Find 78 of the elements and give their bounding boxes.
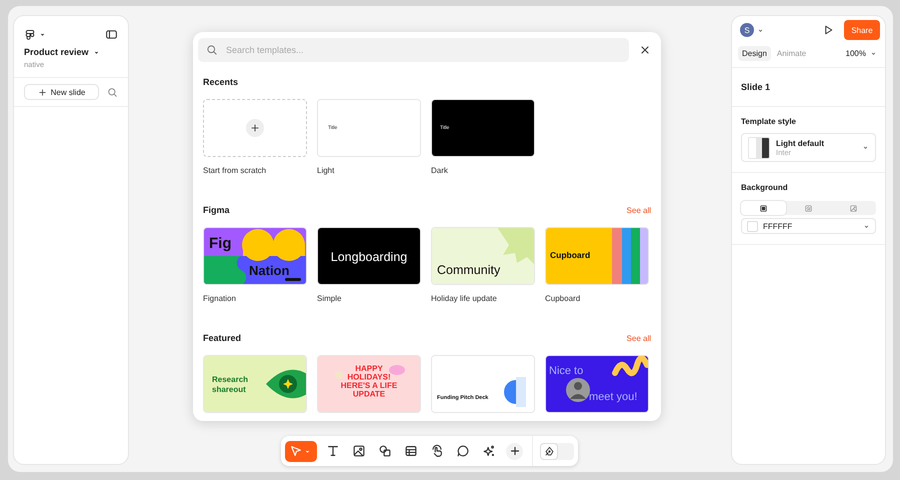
style-name: Light default [776,138,824,148]
thumbnail-text: Fig [209,235,232,252]
fill-type-tab[interactable] [741,201,786,215]
thumbnail-text: Nation [249,263,290,278]
caret-icon [39,31,46,38]
search-field[interactable]: Search templates... [198,38,629,62]
search-icon[interactable] [107,86,118,98]
section-heading: Figma [203,205,230,215]
panel-tab[interactable]: Design [738,46,771,61]
thumbnail-text: HERE'S A LIFE [340,381,398,390]
template-name: Dark [431,166,449,176]
template-thumbnail[interactable]: Research shareout [203,355,307,413]
slide-artwork-drawing [335,365,405,379]
zoom-level[interactable]: 100% [846,49,866,58]
template-name: Cupboard [545,294,582,304]
file-name[interactable]: Product review [24,47,89,57]
template-thumbnail[interactable]: Fig Nation [203,227,307,285]
section-heading: Background [741,183,789,192]
add-button[interactable] [506,442,523,460]
section-heading: Recents [203,77,238,87]
move-tool-button[interactable] [285,440,317,462]
template-name: Light [317,166,336,176]
caret-icon [92,48,100,56]
thumbnail-text: shareout [212,385,246,394]
search-icon [206,44,218,56]
image-icon [352,444,366,458]
caret-icon [870,50,877,57]
caret-icon [863,222,870,230]
shapes-icon [378,444,392,458]
slide-artwork-drawing [497,228,534,265]
ai-icon [482,444,496,458]
thumbnail-text: HAPPY [355,364,383,373]
slide-artwork-drawing [504,377,526,407]
comment-icon [456,444,470,458]
plus-icon [250,123,260,133]
pen-icon [544,446,554,456]
new-slide-button[interactable]: New slide [24,84,99,100]
table-icon [404,444,418,458]
template-name: Simple [317,294,342,304]
section-heading: Template style [741,117,797,126]
thumbnail-text: Cupboard [550,250,590,260]
thumbnail-text: UPDATE [352,390,386,398]
draw-mode-toggle[interactable] [540,442,574,460]
interaction-icon [430,444,444,458]
style-swatch-icon [748,136,770,158]
close-icon[interactable] [639,44,651,56]
thumbnail-text: HOLIDAYS! [347,372,391,382]
sidebar-toggle-icon[interactable] [105,28,118,41]
caret-icon [757,26,764,34]
thumbnail-text: Nice to [549,365,584,377]
caret-icon [304,448,311,454]
section-heading: Featured [203,333,242,343]
template-name: Holiday life update [431,294,498,304]
user-avatar[interactable]: S [740,23,754,37]
template-thumbnail[interactable]: Cupboard [545,227,649,285]
slide-title: Slide 1 [741,81,772,94]
see-all-link[interactable]: See all [626,206,651,214]
thumbnail-text: Research [212,375,248,384]
logo-icon [24,28,36,40]
template-thumbnail[interactable]: Community [431,227,535,285]
template-name: Start from scratch [203,166,268,176]
template-name: Fignation [203,294,237,304]
template-thumbnail[interactable]: Longboarding [317,227,421,285]
plus-icon [38,88,47,96]
text-icon [326,444,340,458]
image-fill-icon [849,204,858,212]
thumbnail-text: Community [437,263,500,277]
template-thumbnail[interactable]: Nice to meet you! [545,355,649,413]
thumbnail-text: meet you! [589,391,638,403]
color-field[interactable]: FFFFFF [741,218,876,234]
slide-artwork-drawing [612,228,648,284]
slide-artwork-drawing [266,370,306,398]
see-all-link[interactable]: See all [626,334,651,342]
thumbnail-text: Longboarding [330,250,408,264]
pattern-fill-icon [804,204,813,212]
caret-icon [862,144,869,151]
move-icon [289,444,303,458]
solid-fill-icon [759,204,768,212]
